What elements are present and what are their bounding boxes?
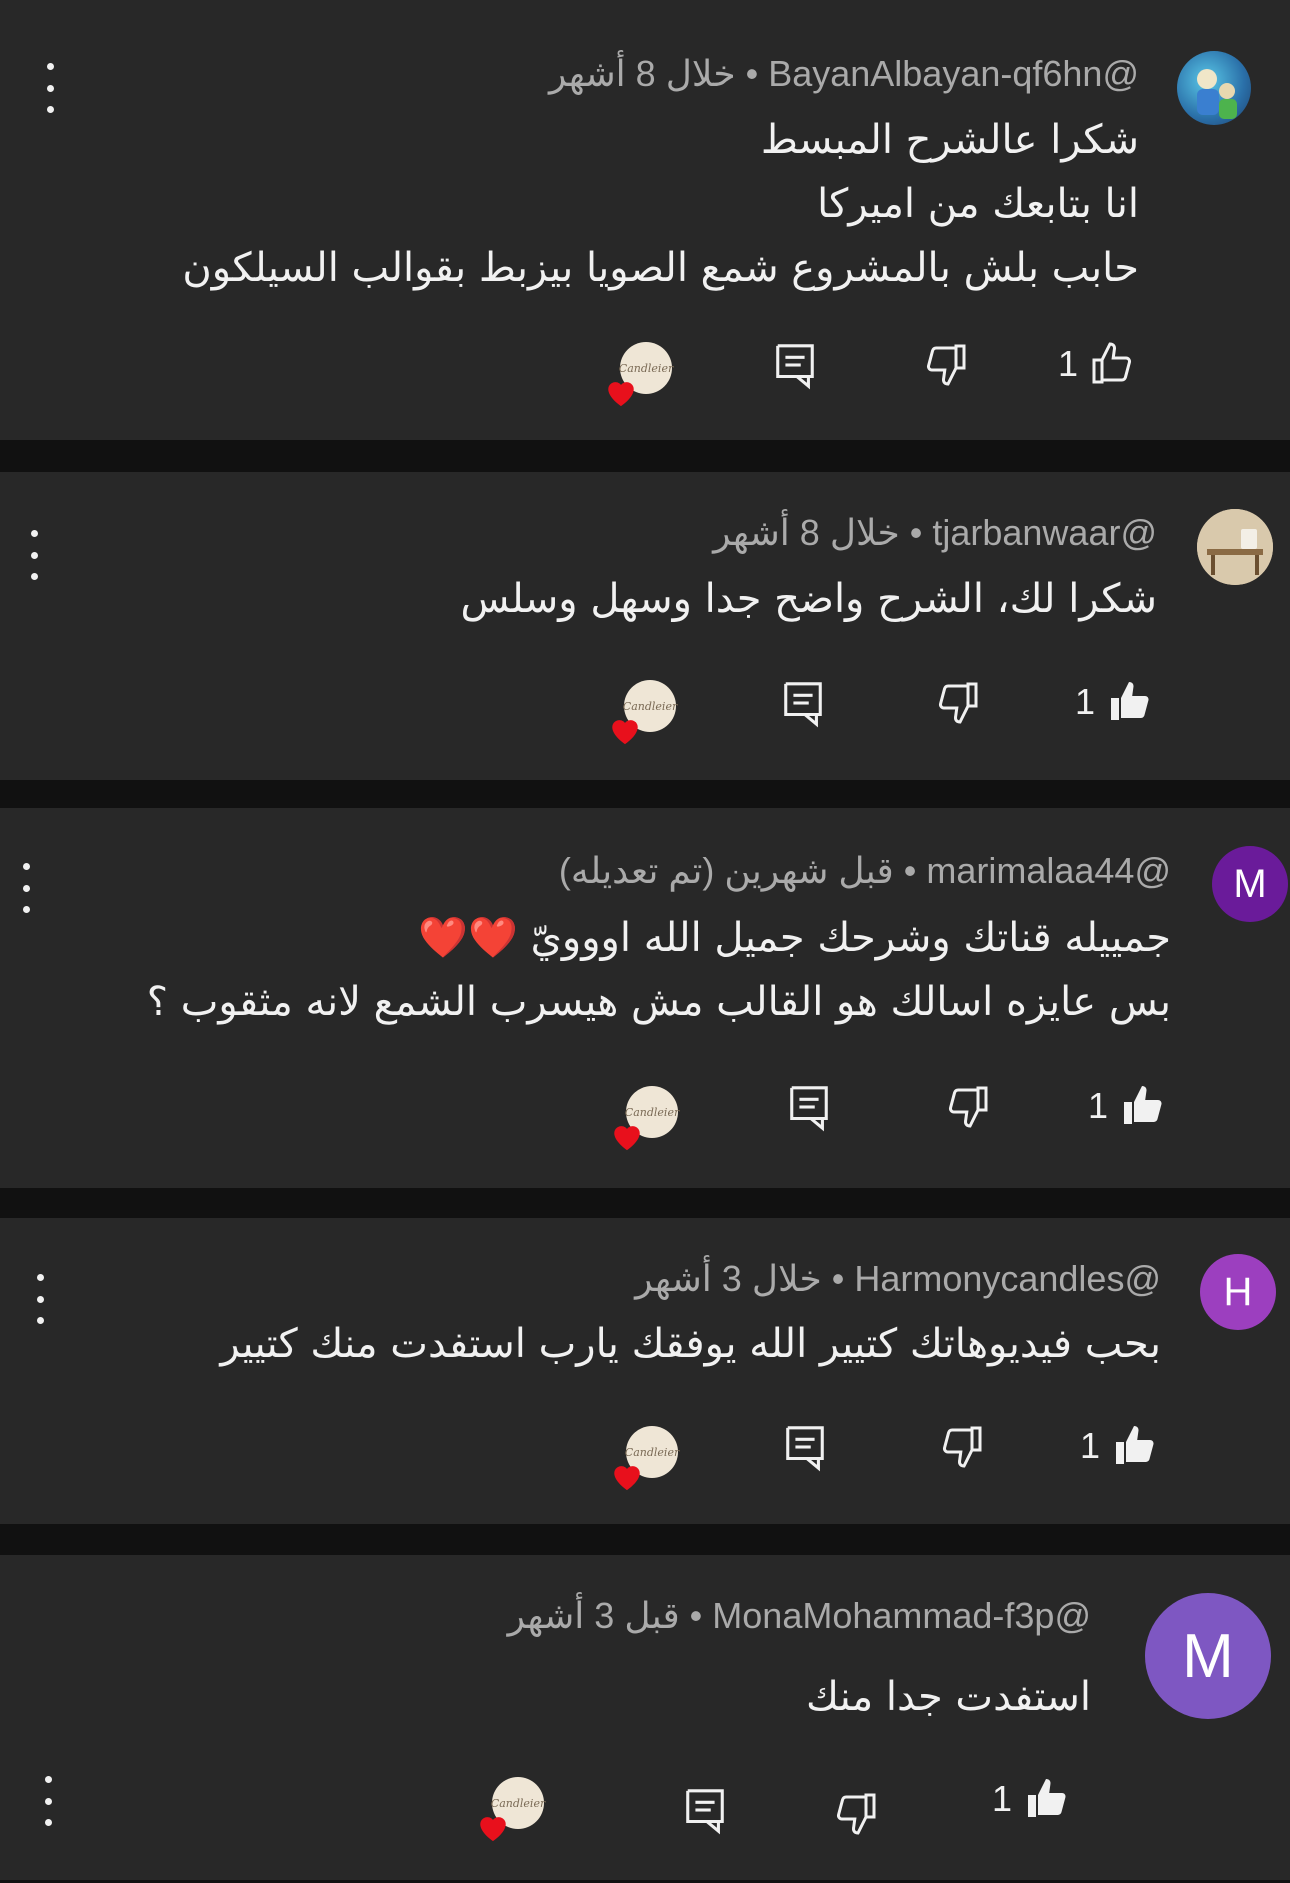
- thumbs-down-outline-icon: [938, 682, 978, 724]
- user-avatar: H: [1200, 1254, 1276, 1330]
- comment-actions: 1 Candleier: [0, 1775, 1290, 1842]
- comment-actions: 1 Candleier: [0, 340, 1290, 407]
- avatar-letter: M: [1182, 1621, 1234, 1691]
- like-count: 1: [1088, 1085, 1109, 1126]
- heart-icon: [614, 1126, 640, 1151]
- user-avatar[interactable]: [1197, 509, 1273, 585]
- comment-time: قبل 3 أشهر: [507, 1595, 680, 1636]
- reply-comment-icon: [786, 1426, 824, 1472]
- comment-time: خلال 3 أشهر: [635, 1258, 822, 1299]
- comment-card: @BayanAlbayan-qf6hn•خلال 8 أشهر شكرا عال…: [0, 0, 1290, 440]
- dislike-button[interactable]: [934, 678, 982, 726]
- comment-time: قبل شهرين (تم تعديله): [558, 850, 894, 891]
- dislike-button[interactable]: [944, 1082, 992, 1130]
- comment-body: جمييله قناتك وشرحك جميل الله اووويّ ❤️❤️…: [146, 915, 1171, 1025]
- avatar-letter: M: [1233, 861, 1267, 906]
- dislike-button[interactable]: [938, 1422, 986, 1470]
- comment-author[interactable]: @BayanAlbayan-qf6hn: [768, 53, 1139, 94]
- comment-time: خلال 8 أشهر: [713, 512, 900, 553]
- more-options-icon[interactable]: [30, 1274, 50, 1324]
- thumbs-down-outline-icon: [926, 344, 966, 386]
- comment-card: M @marimalaa44•قبل شهرين (تم تعديله) جمي…: [0, 808, 1290, 1188]
- like-button[interactable]: 1: [1080, 1422, 1158, 1470]
- like-button[interactable]: 1: [1075, 678, 1153, 726]
- comment-meta: @tjarbanwaar•خلال 8 أشهر: [713, 512, 1157, 553]
- avatar-photo-icon: [1197, 69, 1237, 119]
- creator-heart-badge: Candleier: [614, 1086, 679, 1151]
- heart-icon: [614, 1466, 640, 1491]
- reply-button[interactable]: [780, 678, 826, 728]
- reply-comment-icon: [784, 682, 822, 728]
- creator-heart-badge: Candleier: [480, 1777, 545, 1842]
- comment-meta: @BayanAlbayan-qf6hn•خلال 8 أشهر: [549, 53, 1139, 94]
- like-count: 1: [1080, 1425, 1101, 1466]
- comment-author[interactable]: @marimalaa44: [926, 850, 1171, 891]
- heart-icon: [608, 382, 634, 407]
- comment-body: بحب فيديوهاتك كتيير الله يوفقك يارب استف…: [220, 1321, 1161, 1367]
- heart-icon: [480, 1817, 506, 1842]
- thumbs-up-filled-icon: [1028, 1779, 1066, 1817]
- reply-comment-icon: [686, 1789, 724, 1835]
- like-button[interactable]: 1: [1088, 1082, 1166, 1130]
- thumbs-up-filled-icon: [1124, 1086, 1162, 1124]
- creator-heart-badge: Candleier: [608, 342, 673, 407]
- comment-meta: @marimalaa44•قبل شهرين (تم تعديله): [558, 850, 1171, 891]
- comment-actions: 1 Candleier: [0, 678, 1290, 745]
- avatar-letter: H: [1223, 1269, 1253, 1314]
- more-options-icon[interactable]: [40, 63, 60, 113]
- like-count: 1: [1075, 681, 1096, 722]
- reply-button[interactable]: [782, 1422, 828, 1472]
- comment-card: @tjarbanwaar•خلال 8 أشهر شكرا لك، الشرح …: [0, 472, 1290, 780]
- reply-button[interactable]: [682, 1785, 728, 1835]
- comment-card: M @MonaMohammad-f3p•قبل 3 أشهر استفدت جد…: [0, 1555, 1290, 1880]
- reply-comment-icon: [776, 344, 814, 390]
- dislike-button[interactable]: [832, 1789, 880, 1837]
- avatar-photo-icon: [1197, 509, 1273, 585]
- more-options-icon[interactable]: [16, 863, 36, 913]
- comment-body: شكرا لك، الشرح واضح جدا وسهل وسلس: [460, 576, 1157, 622]
- comment-body: استفدت جدا منك: [805, 1674, 1091, 1720]
- dislike-button[interactable]: [922, 340, 970, 388]
- comment-time: خلال 8 أشهر: [549, 53, 736, 94]
- reply-button[interactable]: [786, 1082, 832, 1132]
- reply-button[interactable]: [772, 340, 818, 390]
- user-avatar: M: [1145, 1593, 1271, 1719]
- thumbs-down-outline-icon: [948, 1086, 988, 1128]
- thumbs-up-outline-icon: [1092, 342, 1132, 384]
- more-options-icon[interactable]: [24, 530, 44, 580]
- thumbs-down-outline-icon: [836, 1793, 876, 1835]
- thumbs-up-filled-icon: [1111, 682, 1149, 720]
- comment-meta: @Harmonycandles•خلال 3 أشهر: [635, 1258, 1161, 1299]
- creator-heart-badge: Candleier: [612, 680, 677, 745]
- reply-comment-icon: [790, 1086, 828, 1132]
- like-button[interactable]: 1: [1058, 340, 1136, 388]
- comment-actions: 1 Candleier: [0, 1082, 1290, 1151]
- comment-author[interactable]: @MonaMohammad-f3p: [712, 1595, 1091, 1636]
- heart-icon: [612, 720, 638, 745]
- comment-body: شكرا عالشرح المبسط انا بتابعك من اميركا …: [182, 117, 1139, 291]
- thumbs-down-outline-icon: [942, 1426, 982, 1468]
- comment-card: H @Harmonycandles•خلال 3 أشهر بحب فيديوه…: [0, 1218, 1290, 1524]
- user-avatar[interactable]: [1177, 51, 1251, 125]
- user-avatar: M: [1212, 846, 1288, 922]
- comment-author[interactable]: @Harmonycandles: [854, 1258, 1161, 1299]
- like-count: 1: [992, 1778, 1013, 1819]
- comment-author[interactable]: @tjarbanwaar: [932, 512, 1157, 553]
- like-count: 1: [1058, 343, 1079, 384]
- comment-actions: 1 Candleier: [0, 1422, 1290, 1491]
- comment-meta: @MonaMohammad-f3p•قبل 3 أشهر: [507, 1595, 1091, 1636]
- thumbs-up-filled-icon: [1116, 1426, 1154, 1464]
- like-button[interactable]: 1: [992, 1775, 1070, 1823]
- creator-heart-badge: Candleier: [614, 1426, 679, 1491]
